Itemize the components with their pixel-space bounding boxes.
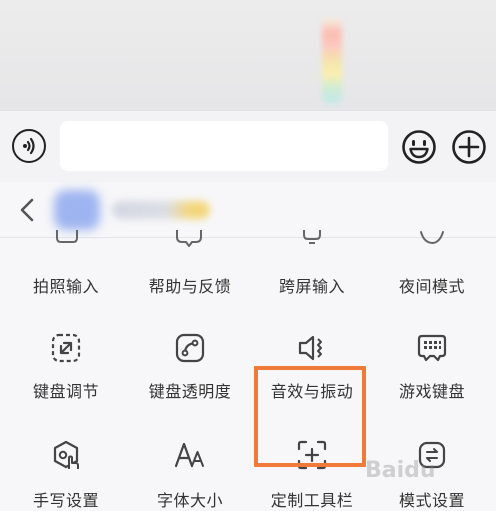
grid-item-keyboard-transparency[interactable]: 键盘透明度 bbox=[128, 324, 252, 420]
help-icon bbox=[174, 230, 204, 250]
grid-item-label: 帮助与反馈 bbox=[148, 277, 232, 296]
moon-icon bbox=[418, 230, 446, 250]
account-name bbox=[112, 201, 210, 219]
grid-item-label: 定制工具栏 bbox=[270, 491, 354, 510]
grid-item-help-feedback[interactable]: 帮助与反馈 bbox=[128, 230, 252, 334]
emoji-icon[interactable] bbox=[401, 129, 437, 165]
avatar bbox=[54, 190, 100, 230]
plus-icon[interactable] bbox=[451, 129, 487, 165]
grid-item-camera-input[interactable]: 拍照输入 bbox=[4, 230, 128, 334]
chevron-left-icon[interactable] bbox=[14, 196, 40, 224]
grid-item-handwriting[interactable]: 手写设置 bbox=[4, 433, 128, 511]
grid-item-label: 键盘透明度 bbox=[148, 382, 232, 401]
grid-item-keyboard-adjust[interactable]: 键盘调节 bbox=[4, 324, 128, 420]
grid-item-label: 键盘调节 bbox=[32, 382, 99, 401]
conversation-area bbox=[0, 0, 496, 110]
message-input[interactable] bbox=[60, 121, 388, 171]
watermark: Baidu bbox=[365, 458, 436, 483]
grid-item-label: 手写设置 bbox=[32, 491, 99, 510]
grid-item-label: 字体大小 bbox=[156, 491, 223, 510]
grid-item-cross-screen[interactable]: 跨屏输入 bbox=[250, 230, 374, 334]
voice-icon bbox=[23, 137, 35, 155]
handwriting-icon bbox=[53, 440, 79, 469]
grid-item-night-mode[interactable]: 夜间模式 bbox=[370, 231, 494, 334]
game-keyboard-icon bbox=[417, 334, 447, 362]
grid-item-label: 游戏键盘 bbox=[398, 382, 465, 401]
cross-screen-icon bbox=[298, 230, 326, 250]
font-size-icon bbox=[174, 442, 204, 468]
voice-input-button[interactable] bbox=[12, 129, 46, 163]
highlight-box bbox=[254, 366, 366, 467]
grid-item-label: 夜间模式 bbox=[398, 277, 465, 296]
transparency-icon bbox=[175, 333, 205, 363]
input-bar bbox=[0, 110, 496, 182]
sound-vibration-icon bbox=[298, 335, 322, 361]
grid-item-label: 拍照输入 bbox=[32, 277, 99, 296]
grid-item-label: 跨屏输入 bbox=[278, 277, 345, 296]
resize-icon bbox=[51, 333, 81, 363]
camera-icon bbox=[54, 230, 80, 250]
grid-item-game-keyboard[interactable]: 游戏键盘 bbox=[370, 324, 494, 420]
grid-item-font-size[interactable]: 字体大小 bbox=[128, 433, 252, 511]
blurred-content bbox=[322, 18, 342, 104]
